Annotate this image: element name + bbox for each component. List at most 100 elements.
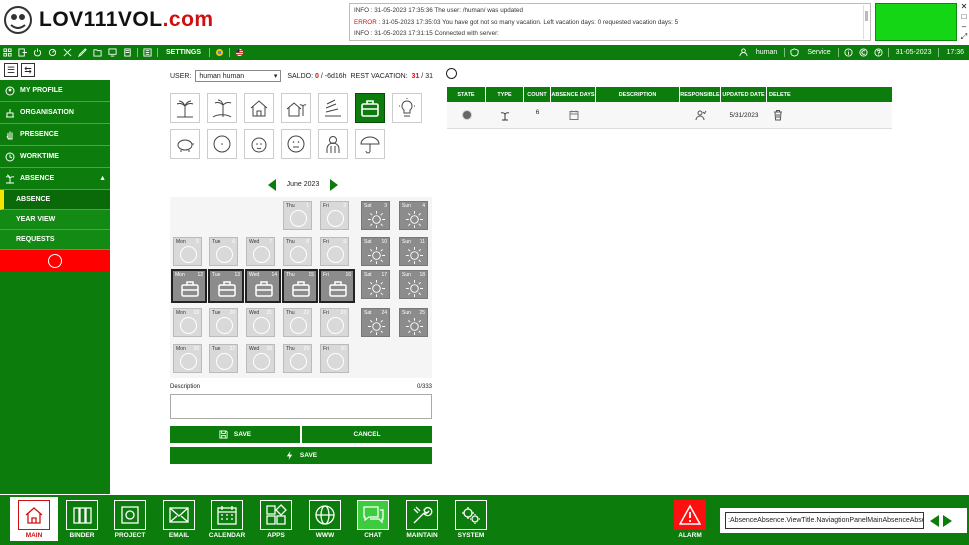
type-palm2-button[interactable] bbox=[207, 93, 237, 123]
calendar-day[interactable]: Thu 29 bbox=[283, 344, 312, 373]
grid-icon[interactable] bbox=[0, 45, 15, 60]
type-doctor-button[interactable] bbox=[318, 129, 348, 159]
calendar-day[interactable]: Mon 19 bbox=[173, 308, 202, 337]
user-select[interactable]: human human ▾ bbox=[195, 70, 282, 82]
nav-calendar-button[interactable]: CALENDAR bbox=[203, 500, 251, 540]
sidebar-item-presence[interactable]: PRESENCE bbox=[0, 124, 110, 146]
log-panel[interactable]: INFO : 31-05-2023 17:35:36 The user: /hu… bbox=[349, 3, 871, 41]
nav-apps-button[interactable]: APPS bbox=[252, 500, 300, 540]
nav-project-button[interactable]: PROJECT bbox=[106, 500, 154, 540]
nav-system-button[interactable]: SYSTEM bbox=[447, 500, 495, 540]
flag-us-icon[interactable] bbox=[232, 45, 247, 60]
type-piggy-button[interactable] bbox=[170, 129, 200, 159]
sidebar-item-absence[interactable]: ABSENCE ▲ bbox=[0, 168, 110, 190]
calendar-day[interactable]: Tue 20 bbox=[209, 308, 238, 337]
help-icon[interactable] bbox=[871, 45, 886, 60]
forward-arrow-icon[interactable] bbox=[943, 514, 952, 527]
chrome-icon[interactable] bbox=[212, 45, 227, 60]
nav-main-button[interactable]: MAIN bbox=[10, 497, 58, 541]
note-icon[interactable] bbox=[120, 45, 135, 60]
current-user[interactable]: human bbox=[756, 49, 777, 56]
folder-icon[interactable] bbox=[90, 45, 105, 60]
nav-chat-button[interactable]: CHAT bbox=[349, 500, 397, 540]
refresh-icon[interactable] bbox=[45, 45, 60, 60]
close-icon[interactable]: ✕ bbox=[959, 2, 969, 12]
calendar-day[interactable]: Sat 24 bbox=[361, 308, 390, 337]
type-idea-button[interactable] bbox=[392, 93, 422, 123]
prev-month-icon[interactable] bbox=[268, 178, 276, 191]
type-baby-button[interactable] bbox=[244, 129, 274, 159]
type-house-tree-button[interactable] bbox=[281, 93, 311, 123]
address-input[interactable]: :AbsenceAbsence.ViewTitle.NaviagtionPane… bbox=[725, 512, 924, 529]
alarm-button[interactable]: ALARM bbox=[666, 500, 714, 540]
back-arrow-icon[interactable] bbox=[930, 514, 939, 527]
calendar-icon[interactable] bbox=[568, 109, 580, 121]
minimize-icon[interactable]: – bbox=[959, 22, 969, 32]
copyright-icon[interactable] bbox=[856, 45, 871, 60]
sidebar-sub-absence[interactable]: ABSENCE bbox=[0, 190, 110, 210]
calendar-day[interactable]: Fri 16 bbox=[319, 269, 355, 303]
resize-icon[interactable]: ⤢ bbox=[959, 32, 969, 42]
next-month-icon[interactable] bbox=[329, 178, 338, 191]
type-palm-button[interactable] bbox=[170, 93, 200, 123]
cancel-button[interactable]: CANCEL bbox=[302, 426, 432, 443]
calendar-day[interactable]: Thu 15 bbox=[282, 269, 318, 303]
service-label[interactable]: Service bbox=[807, 49, 830, 56]
radio-state-icon[interactable] bbox=[461, 109, 473, 121]
calendar-day[interactable]: Wed 7 bbox=[246, 237, 275, 266]
power-icon[interactable] bbox=[30, 45, 45, 60]
nav-email-button[interactable]: EMAIL bbox=[155, 500, 203, 540]
nav-binder-button[interactable]: BINDER bbox=[58, 500, 106, 540]
calendar-day[interactable]: Fri 23 bbox=[320, 308, 349, 337]
log-scrollbar[interactable] bbox=[863, 5, 869, 39]
type-home-button[interactable] bbox=[244, 93, 274, 123]
calendar-day[interactable]: Wed 14 bbox=[245, 269, 281, 303]
nav-maintain-button[interactable]: MAINTAIN bbox=[398, 500, 446, 540]
calendar-day[interactable]: Mon 12 bbox=[171, 269, 207, 303]
description-input[interactable] bbox=[170, 394, 432, 419]
type-business-button[interactable] bbox=[355, 93, 385, 123]
calendar-day[interactable]: Thu 8 bbox=[283, 237, 312, 266]
alert-strip[interactable] bbox=[0, 250, 110, 271]
sidebar-sub-requests[interactable]: REQUESTS bbox=[0, 230, 110, 250]
calendar-day[interactable]: Thu 22 bbox=[283, 308, 312, 337]
calendar-day[interactable]: Thu 1 bbox=[283, 201, 312, 230]
calendar-day[interactable]: Sat 3 bbox=[361, 201, 390, 230]
calendar-day[interactable]: Mon 26 bbox=[173, 344, 202, 373]
trash-icon[interactable] bbox=[772, 109, 784, 121]
calendar-day[interactable]: Wed 21 bbox=[246, 308, 275, 337]
calendar-day[interactable]: Fri 9 bbox=[320, 237, 349, 266]
save-submit-button[interactable]: SAVE bbox=[170, 447, 432, 464]
swap-icon[interactable]: ⇆ bbox=[21, 63, 35, 77]
calendar-day[interactable]: Tue 13 bbox=[208, 269, 244, 303]
calendar-day[interactable]: Tue 6 bbox=[209, 237, 238, 266]
monitor-icon[interactable] bbox=[105, 45, 120, 60]
calendar-day[interactable]: Sat 10 bbox=[361, 237, 390, 266]
calendar-day[interactable]: Sun 25 bbox=[399, 308, 428, 337]
info-icon[interactable] bbox=[841, 45, 856, 60]
calendar-day[interactable]: Sun 4 bbox=[399, 201, 428, 230]
calendar-day[interactable]: Fri 30 bbox=[320, 344, 349, 373]
list-icon[interactable] bbox=[140, 45, 155, 60]
tools-icon[interactable] bbox=[60, 45, 75, 60]
calendar-day[interactable]: Mon 5 bbox=[173, 237, 202, 266]
exit-icon[interactable] bbox=[15, 45, 30, 60]
type-insurance-button[interactable] bbox=[355, 129, 385, 159]
type-sick-button[interactable] bbox=[281, 129, 311, 159]
maximize-icon[interactable]: □ bbox=[959, 12, 969, 22]
calendar-day[interactable]: Tue 27 bbox=[209, 344, 238, 373]
sidebar-sub-year-view[interactable]: YEAR VIEW bbox=[0, 210, 110, 230]
table-row[interactable]: 6 5/31/2023 bbox=[447, 102, 892, 129]
calendar-day[interactable]: Sat 17 bbox=[361, 270, 390, 299]
settings-label[interactable]: SETTINGS bbox=[166, 49, 201, 56]
sidebar-item-organisation[interactable]: ORGANISATION bbox=[0, 102, 110, 124]
calendar-day[interactable]: Sun 18 bbox=[399, 270, 428, 299]
calendar-day[interactable]: Fri 2 bbox=[320, 201, 349, 230]
approve-person-icon[interactable] bbox=[695, 109, 707, 121]
sidebar-item-my-profile[interactable]: MY PROFILE bbox=[0, 80, 110, 102]
type-stack-button[interactable] bbox=[318, 93, 348, 123]
type-clock-button[interactable] bbox=[207, 129, 237, 159]
nav-www-button[interactable]: WWW bbox=[301, 500, 349, 540]
sidebar-item-worktime[interactable]: WORKTIME bbox=[0, 146, 110, 168]
history-clock-icon[interactable] bbox=[446, 68, 457, 79]
